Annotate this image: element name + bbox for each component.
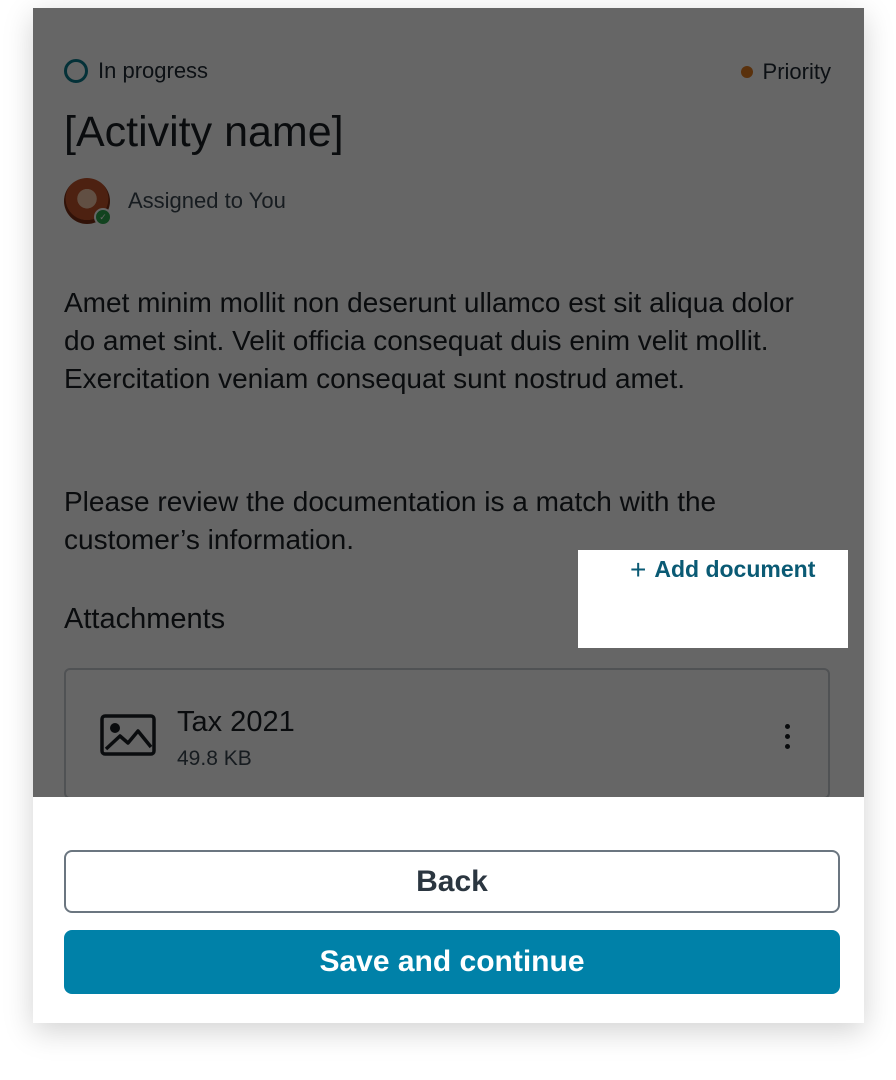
action-footer: Back Save and continue (33, 797, 864, 1023)
add-document-highlight: + Add document (578, 550, 848, 648)
assignee-row: ✓ Assigned to You (64, 178, 286, 226)
add-document-button[interactable]: + Add document (630, 553, 816, 585)
activity-modal: In progress Priority [Activity name] ✓ A… (33, 8, 864, 1023)
status-label: In progress (98, 58, 209, 83)
more-options-icon[interactable] (782, 724, 792, 749)
plus-icon: + (630, 553, 647, 585)
priority-indicator: Priority (740, 59, 831, 85)
activity-detail-panel: In progress Priority [Activity name] ✓ A… (33, 8, 864, 799)
assignee-label: Assigned to You (128, 188, 286, 213)
online-check-icon: ✓ (94, 208, 112, 226)
attachment-name: Tax 2021 (177, 706, 295, 738)
attachments-heading: Attachments (64, 603, 226, 635)
add-document-label: Add document (654, 556, 816, 582)
back-button[interactable]: Back (64, 850, 840, 913)
save-and-continue-button[interactable]: Save and continue (64, 930, 840, 994)
priority-label: Priority (762, 59, 831, 84)
avatar: ✓ (64, 178, 112, 226)
activity-instruction: Please review the documentation is a mat… (64, 486, 717, 555)
activity-title: [Activity name] (64, 108, 344, 156)
priority-dot-icon (740, 66, 753, 78)
status-indicator: In progress (64, 58, 208, 84)
image-icon (100, 714, 156, 756)
attachment-size: 49.8 KB (177, 747, 252, 770)
activity-description: Amet minim mollit non deserunt ullamco e… (64, 287, 794, 394)
attachment-card[interactable]: Tax 2021 49.8 KB (64, 668, 830, 799)
in-progress-ring-icon (64, 59, 88, 83)
